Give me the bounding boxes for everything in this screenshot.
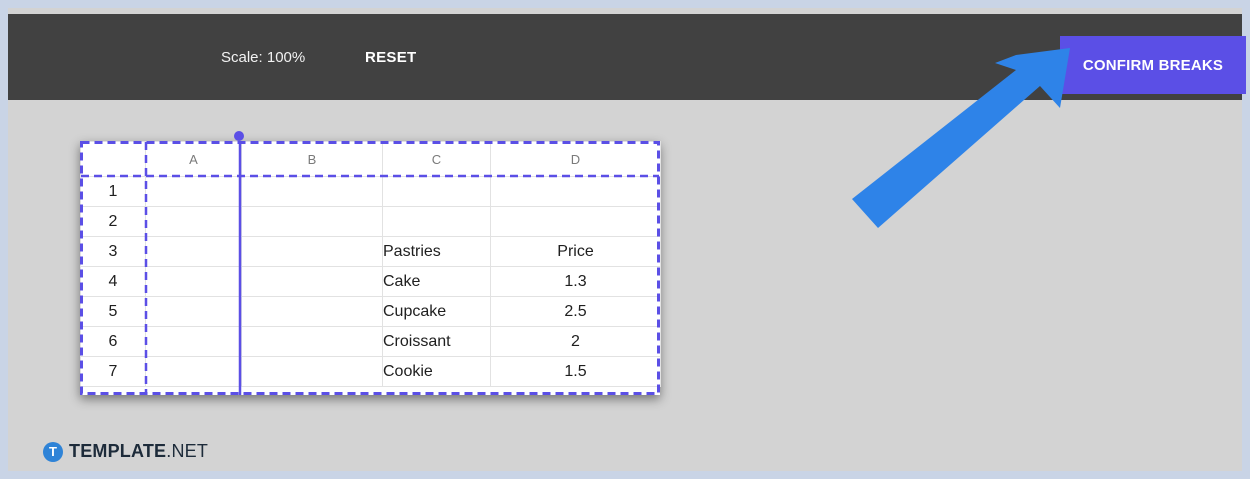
cell-a6[interactable] (145, 326, 242, 357)
table-row: 1 (80, 176, 661, 207)
cell-d7[interactable]: 1.5 (490, 356, 661, 387)
cell-c4[interactable]: Cake (382, 266, 491, 297)
cell-b2[interactable] (241, 206, 383, 237)
column-header-c: C (382, 141, 491, 177)
confirm-breaks-button[interactable]: CONFIRM BREAKS (1060, 36, 1246, 94)
page-break-handle-icon[interactable] (234, 131, 244, 141)
corner-cell (80, 141, 146, 177)
cell-a2[interactable] (145, 206, 242, 237)
cell-d1[interactable] (490, 176, 661, 207)
logo-suffix: .NET (166, 441, 209, 461)
cell-b7[interactable] (241, 356, 383, 387)
table-row: 4 Cake 1.3 (80, 266, 661, 297)
cell-d5[interactable]: 2.5 (490, 296, 661, 327)
cell-c6[interactable]: Croissant (382, 326, 491, 357)
cell-a1[interactable] (145, 176, 242, 207)
cell-c1[interactable] (382, 176, 491, 207)
cell-d6[interactable]: 2 (490, 326, 661, 357)
cell-c5[interactable]: Cupcake (382, 296, 491, 327)
table-row: 3 Pastries Price (80, 236, 661, 267)
logo-mark: T (43, 441, 63, 462)
cell-c7[interactable]: Cookie (382, 356, 491, 387)
cell-b1[interactable] (241, 176, 383, 207)
scale-label: Scale: 100% (221, 49, 306, 66)
row-number: 4 (80, 266, 146, 297)
cell-c3[interactable]: Pastries (382, 236, 491, 267)
cell-b6[interactable] (241, 326, 383, 357)
cell-d3[interactable]: Price (490, 236, 661, 267)
column-header-a: A (145, 141, 242, 177)
page-breaks-toolbar: Scale: 100% RESET CONFIRM BREAKS (8, 14, 1246, 100)
row-number: 3 (80, 236, 146, 267)
row-number: 2 (80, 206, 146, 237)
cell-b4[interactable] (241, 266, 383, 297)
logo-brand: TEMPLATE (69, 441, 167, 461)
cell-d4[interactable]: 1.3 (490, 266, 661, 297)
cell-d2[interactable] (490, 206, 661, 237)
row-number: 6 (80, 326, 146, 357)
cell-b5[interactable] (241, 296, 383, 327)
row-number: 5 (80, 296, 146, 327)
row-number: 1 (80, 176, 146, 207)
column-header-b: B (241, 141, 383, 177)
table-row: 7 Cookie 1.5 (80, 356, 661, 387)
cell-a5[interactable] (145, 296, 242, 327)
table-row: 6 Croissant 2 (80, 326, 661, 357)
cell-c2[interactable] (382, 206, 491, 237)
column-header-row: A B C D (80, 141, 661, 177)
cell-a3[interactable] (145, 236, 242, 267)
sheet-grid: A B C D 1 2 3 Pastries Price 4 Cake 1.3 … (80, 141, 661, 387)
column-header-d: D (490, 141, 661, 177)
cell-b3[interactable] (241, 236, 383, 267)
cell-a7[interactable] (145, 356, 242, 387)
cell-a4[interactable] (145, 266, 242, 297)
template-net-logo: T TEMPLATE.NET (43, 441, 208, 462)
row-number: 7 (80, 356, 146, 387)
table-row: 5 Cupcake 2.5 (80, 296, 661, 327)
logo-text: TEMPLATE.NET (69, 441, 208, 462)
reset-button[interactable]: RESET (365, 49, 417, 66)
table-row: 2 (80, 206, 661, 237)
sheet-preview: A B C D 1 2 3 Pastries Price 4 Cake 1.3 … (80, 141, 661, 395)
